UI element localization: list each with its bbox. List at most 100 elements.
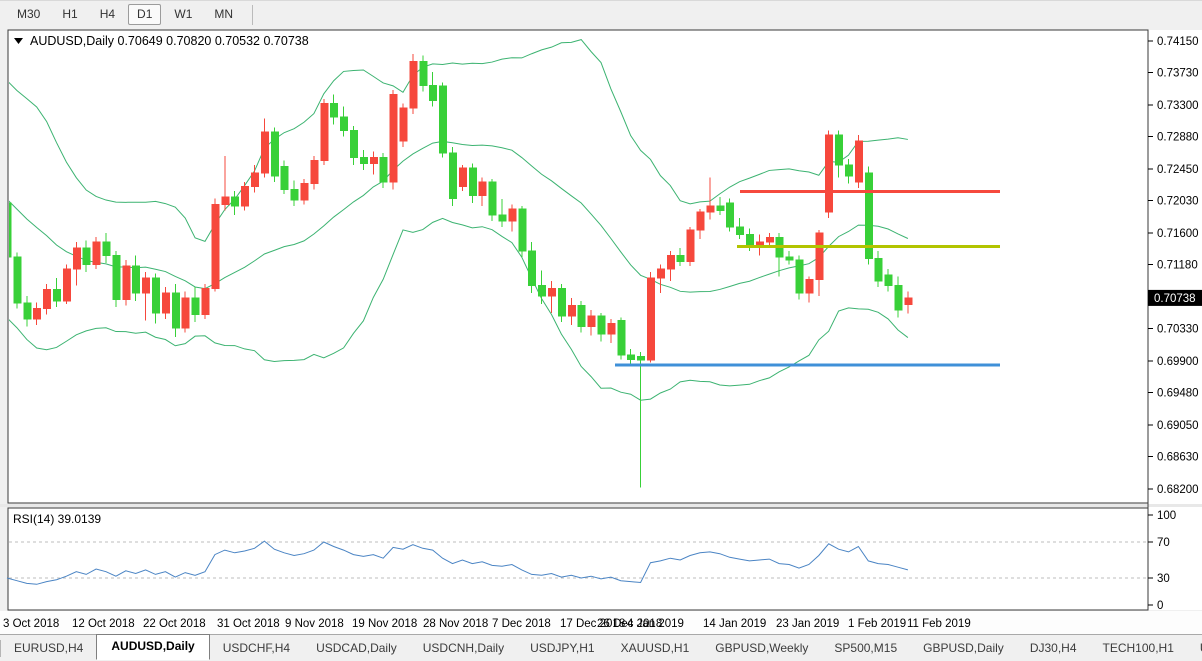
candle-body — [509, 209, 516, 221]
candle-body — [133, 266, 140, 293]
date-axis-label: 9 Nov 2018 — [285, 618, 344, 630]
chart-tab-usdjpy[interactable]: USDJPY,H1 — [517, 637, 607, 660]
candle-body — [598, 316, 605, 334]
candle-body — [450, 153, 457, 198]
date-axis-label: 14 Jan 2019 — [703, 618, 766, 630]
candle-body — [192, 298, 199, 315]
chart-tab-xauusd[interactable]: XAUUSD,H1 — [608, 637, 703, 660]
candle-body — [311, 161, 318, 184]
candle-body — [351, 131, 358, 158]
chart-tab-ul[interactable]: Ul — [1187, 637, 1202, 660]
timeframe-button-w1[interactable]: W1 — [165, 4, 201, 25]
current-price-tag-label: 0.70738 — [1154, 293, 1196, 305]
candle-body — [697, 212, 704, 230]
candle-body — [113, 256, 120, 300]
candle-body — [83, 248, 90, 265]
candle-body — [519, 209, 526, 251]
price-tick-label: 0.72880 — [1157, 132, 1199, 144]
candle-body — [212, 204, 219, 288]
candle-body — [360, 158, 367, 164]
candle-body — [499, 215, 506, 221]
price-tick-label: 0.70330 — [1157, 324, 1199, 336]
candle-body — [73, 248, 80, 269]
candle-body — [162, 293, 169, 313]
candle-body — [826, 135, 833, 212]
price-tick-label: 0.72030 — [1157, 196, 1199, 208]
rsi-indicator-label: RSI(14) 39.0139 — [13, 512, 101, 526]
chart-tab-gbpusd[interactable]: GBPUSD,Weekly — [702, 637, 821, 660]
rsi-tick-label: 100 — [1157, 510, 1176, 522]
candle-body — [261, 132, 268, 173]
price-tick-label: 0.69050 — [1157, 420, 1199, 432]
candle-body — [370, 158, 377, 164]
price-tick-label: 0.73300 — [1157, 100, 1199, 112]
candle-body — [222, 197, 229, 205]
candle-body — [420, 61, 427, 85]
candle-body — [717, 206, 724, 211]
timeframe-button-m30[interactable]: M30 — [8, 4, 49, 25]
candle-body — [875, 259, 882, 282]
price-tick-label: 0.72450 — [1157, 164, 1199, 176]
candle-body — [905, 298, 912, 305]
candle-body — [687, 230, 694, 262]
candle-body — [103, 242, 110, 256]
timeframe-toolbar: M30H1H4D1W1MN — [0, 0, 1202, 28]
price-tick-label: 0.69480 — [1157, 388, 1199, 400]
timeframe-button-h1[interactable]: H1 — [53, 4, 86, 25]
candle-body — [727, 203, 734, 227]
chart-tab-gbpusd[interactable]: GBPUSD,Daily — [910, 637, 1017, 660]
candle-body — [93, 242, 100, 265]
chart-tab-usdcad[interactable]: USDCAD,Daily — [303, 637, 410, 660]
candle-body — [677, 256, 684, 262]
candle-body — [232, 197, 239, 206]
timeframe-button-h4[interactable]: H4 — [91, 4, 124, 25]
chart-tab-eurusd[interactable]: EURUSD,H4 — [1, 637, 96, 660]
candle-body — [341, 117, 348, 131]
price-chart-svg[interactable]: 0.741500.737300.733000.728800.724500.720… — [0, 28, 1202, 634]
timeframe-button-mn[interactable]: MN — [205, 4, 242, 25]
chart-tab-tech100[interactable]: TECH100,H1 — [1090, 637, 1187, 660]
candle-body — [459, 168, 466, 186]
chart-tab-usdchf[interactable]: USDCHF,H4 — [210, 637, 303, 660]
price-tick-label: 0.68630 — [1157, 452, 1199, 464]
candle-body — [380, 158, 387, 182]
candle-body — [390, 94, 397, 181]
candle-body — [172, 293, 179, 328]
candle-body — [489, 182, 496, 215]
price-tick-label: 0.68200 — [1157, 484, 1199, 496]
candle-body — [618, 320, 625, 355]
candle-body — [63, 269, 70, 301]
chart-tab-usdcnh[interactable]: USDCNH,Daily — [410, 637, 517, 660]
chart-tab-sp500[interactable]: SP500,M15 — [821, 637, 910, 660]
candle-body — [588, 316, 595, 327]
timeframe-button-d1[interactable]: D1 — [128, 4, 161, 25]
candle-body — [846, 165, 853, 176]
candle-body — [400, 108, 407, 141]
rsi-tick-label: 70 — [1157, 537, 1170, 549]
candle-body — [786, 257, 793, 260]
date-axis-label: 31 Oct 2018 — [217, 618, 280, 630]
pane-splitter[interactable] — [0, 504, 1202, 507]
toolbar-separator — [252, 5, 253, 25]
date-axis-label: 22 Oct 2018 — [143, 618, 206, 630]
date-axis-label: 11 Feb 2019 — [907, 618, 971, 630]
candle-body — [54, 289, 61, 300]
candle-body — [737, 227, 744, 235]
candle-body — [885, 275, 892, 286]
candle-body — [24, 303, 31, 319]
chart-tab-dj30[interactable]: DJ30,H4 — [1017, 637, 1090, 660]
candle-body — [529, 251, 536, 286]
candle-body — [14, 257, 21, 303]
date-axis-label: 12 Oct 2018 — [72, 618, 135, 630]
candle-body — [123, 266, 130, 299]
candle-body — [539, 286, 546, 297]
price-tick-label: 0.74150 — [1157, 36, 1199, 48]
candle-body — [271, 132, 278, 176]
candle-body — [202, 289, 209, 315]
date-axis-label: 1 Feb 2019 — [848, 618, 906, 630]
candle-body — [558, 289, 565, 316]
candle-body — [143, 278, 150, 293]
candle-body — [628, 355, 635, 360]
candle-body — [756, 242, 763, 245]
chart-tab-audusd[interactable]: AUDUSD,Daily — [96, 634, 209, 660]
